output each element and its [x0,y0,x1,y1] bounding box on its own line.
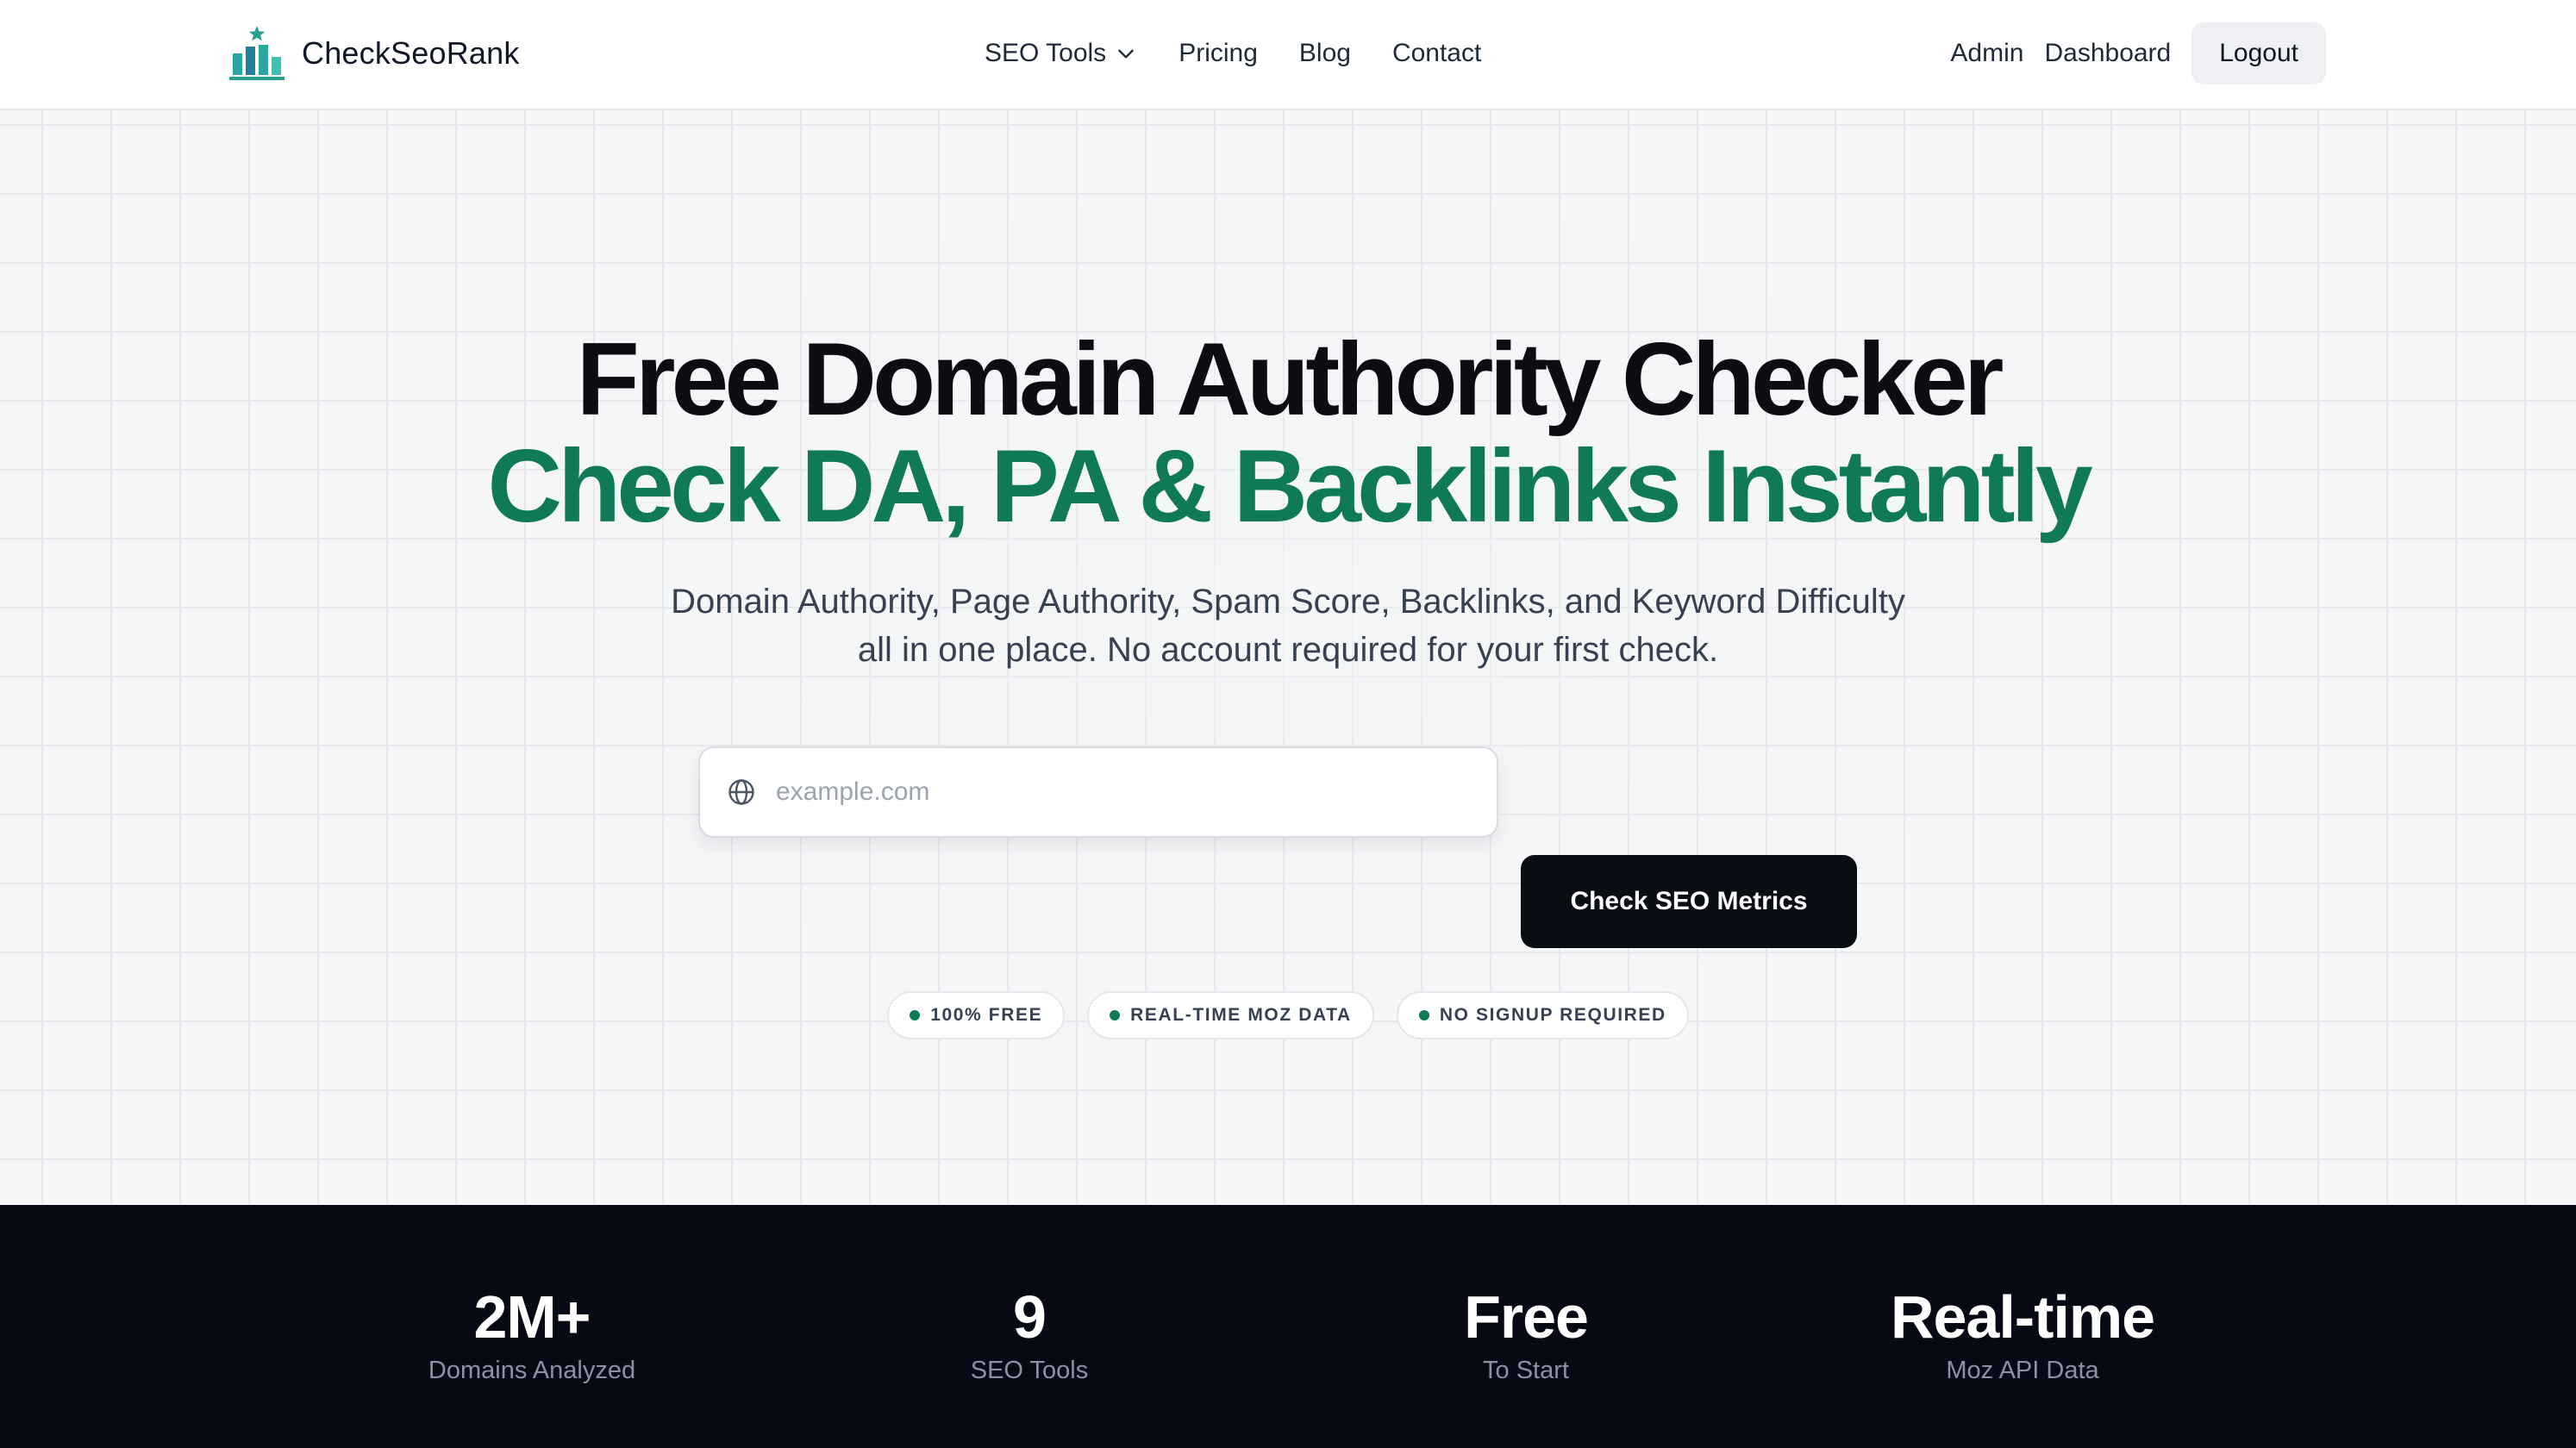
check-seo-metrics-button[interactable]: Check SEO Metrics [1521,855,1857,948]
stat-seo-tools: 9 SEO Tools [814,1284,1245,1388]
chevron-down-icon [1118,49,1134,59]
stat-label: To Start [1483,1357,1569,1384]
badge-label: REAL-TIME MOZ DATA [1130,1005,1352,1025]
stat-label: Domains Analyzed [428,1357,636,1384]
stats-bar: 2M+ Domains Analyzed 9 SEO Tools Free To… [0,1205,2576,1448]
bar-chart-star-icon [229,26,284,80]
stat-value: Free [1464,1283,1589,1351]
nav-seo-tools-label: SEO Tools [985,39,1107,67]
domain-search-input[interactable] [774,766,1481,818]
site-header: CheckSeoRank SEO Tools Pricing Blog Cont… [0,0,2576,110]
stat-realtime-moz: Real-time Moz API Data [1807,1284,2238,1388]
brand-name: CheckSeoRank [302,35,520,71]
hero-title-highlight: Check DA, PA & Backlinks Instantly [487,428,2092,544]
badge-realtime-moz: REAL-TIME MOZ DATA [1087,991,1374,1039]
nav-pricing-link[interactable]: Pricing [1179,39,1258,68]
badge-label: NO SIGNUP REQUIRED [1439,1005,1666,1025]
stat-label: SEO Tools [970,1357,1089,1384]
green-dot-icon [1110,1010,1121,1020]
brand-logo-link[interactable]: CheckSeoRank [228,24,520,83]
nav-seo-tools-dropdown[interactable]: SEO Tools [985,39,1137,68]
badge-free: 100% FREE [887,991,1066,1039]
hero-subtitle-line-1: Domain Authority, Page Authority, Spam S… [671,583,1905,621]
hero-title: Free Domain Authority Checker [576,321,2004,437]
stat-value: 9 [1013,1283,1047,1351]
globe-icon [728,779,754,805]
domain-search-box[interactable] [698,746,1498,838]
hero-subtitle-line-2: all in one place. No account required fo… [857,631,1719,669]
stat-value: 2M+ [473,1283,591,1351]
logout-button[interactable]: Logout [2191,22,2326,84]
nav-blog-link[interactable]: Blog [1299,39,1351,68]
account-nav: Admin Dashboard Logout [1950,22,2326,84]
badge-label: 100% FREE [930,1005,1043,1025]
dashboard-link[interactable]: Dashboard [2044,39,2171,68]
badge-no-signup: NO SIGNUP REQUIRED [1396,991,1689,1039]
hero-subtitle: Domain Authority, Page Authority, Spam S… [0,577,2576,674]
feature-badges: 100% FREE REAL-TIME MOZ DATA NO SIGNUP R… [0,991,2576,1039]
stat-domains-analyzed: 2M+ Domains Analyzed [316,1284,747,1388]
admin-link[interactable]: Admin [1950,39,2023,68]
green-dot-icon [910,1010,921,1020]
nav-contact-link[interactable]: Contact [1392,39,1481,68]
stat-value: Real-time [1890,1283,2155,1351]
stat-free-to-start: Free To Start [1310,1284,1741,1388]
green-dot-icon [1418,1010,1429,1020]
hero-section: Free Domain Authority Checker Check DA, … [0,110,2576,1205]
main-nav: SEO Tools Pricing Blog Contact [985,29,1481,78]
stat-label: Moz API Data [1946,1357,2099,1384]
